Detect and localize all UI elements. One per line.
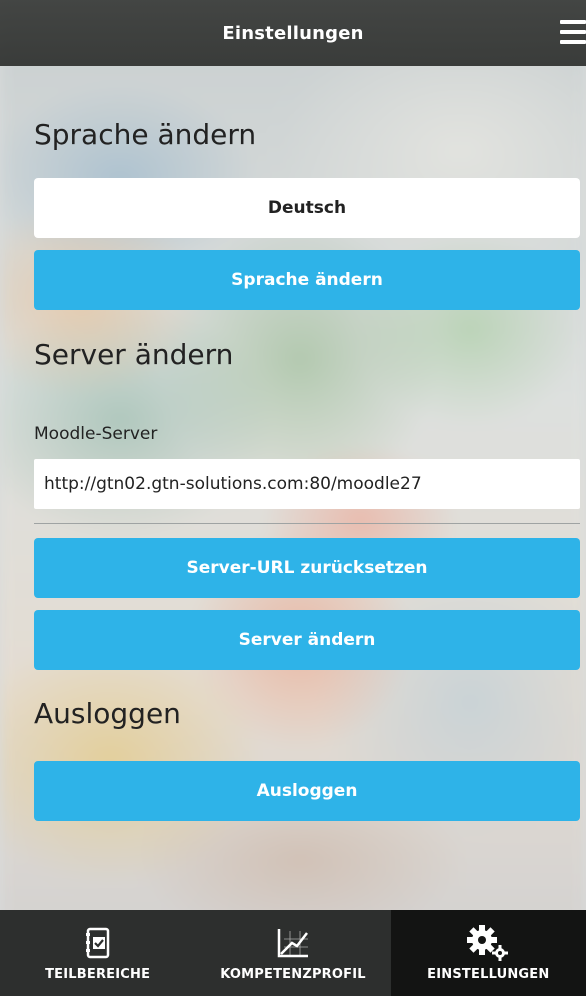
app-header: Einstellungen <box>0 0 586 66</box>
language-select[interactable]: Deutsch <box>34 178 580 238</box>
chart-icon <box>276 925 310 961</box>
tab-einstellungen[interactable]: EINSTELLUNGEN <box>390 910 586 996</box>
tab-teilbereiche[interactable]: TEILBEREICHE <box>0 910 195 996</box>
logout-button[interactable]: Ausloggen <box>34 761 580 821</box>
server-section-title: Server ändern <box>34 338 234 371</box>
tab-label: KOMPETENZPROFIL <box>220 966 366 982</box>
change-language-button[interactable]: Sprache ändern <box>34 250 580 310</box>
divider <box>34 523 580 524</box>
gears-icon <box>467 924 509 961</box>
tab-label: TEILBEREICHE <box>45 966 151 982</box>
page-title: Einstellungen <box>222 22 364 44</box>
reset-server-url-button[interactable]: Server-URL zurücksetzen <box>34 538 580 598</box>
server-url-input[interactable] <box>34 459 580 509</box>
tab-kompetenzprofil[interactable]: KOMPETENZPROFIL <box>195 910 390 996</box>
logout-section-title: Ausloggen <box>34 697 181 730</box>
change-server-button[interactable]: Server ändern <box>34 610 580 670</box>
moodle-server-label: Moodle-Server <box>34 424 158 444</box>
hamburger-menu-icon[interactable] <box>560 20 586 44</box>
language-section-title: Sprache ändern <box>34 118 257 151</box>
tab-label: EINSTELLUNGEN <box>427 966 550 982</box>
notebook-check-icon <box>85 925 111 961</box>
bottom-tab-bar: TEILBEREICHE KOMPETENZPROFIL EINSTELLUNG… <box>0 910 586 996</box>
